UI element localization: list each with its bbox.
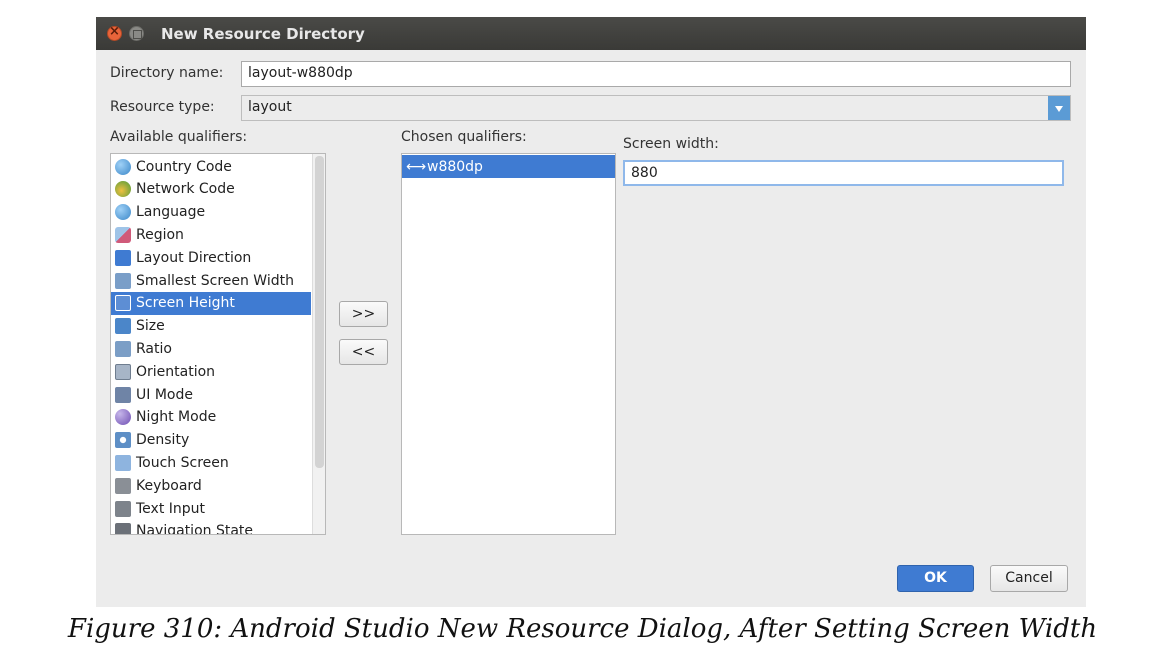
list-item-label: Screen Height [136,295,235,312]
list-item-label: Density [136,432,190,449]
width-arrow-icon: ⟷ [406,158,427,175]
list-item[interactable]: Night Mode [111,406,311,429]
list-item[interactable]: Touch Screen [111,451,311,474]
resource-type-value: layout [248,99,292,115]
list-item-label: Ratio [136,340,172,357]
list-item[interactable]: Smallest Screen Width [111,269,311,292]
minimize-icon[interactable] [129,26,144,41]
directory-name-field[interactable]: layout-w880dp [241,61,1071,87]
keyboard-icon [115,477,131,494]
ratio-icon [115,340,131,357]
cancel-button[interactable]: Cancel [990,565,1068,592]
scrollbar-thumb[interactable] [315,156,324,468]
available-qualifiers-label: Available qualifiers: [110,129,248,145]
list-item-label: Touch Screen [136,454,229,471]
chosen-qualifiers-list[interactable]: ⟷ w880dp [401,153,616,535]
height-icon [115,295,131,312]
text-input-icon [115,500,131,517]
list-item[interactable]: Network Code [111,178,311,201]
list-item[interactable]: Screen Height [111,291,311,315]
screen-width-label: Screen width: [623,136,719,152]
chevron-down-icon[interactable] [1048,96,1070,120]
touch-icon [115,454,131,471]
scrollbar[interactable] [312,154,325,534]
chosen-qualifiers-label: Chosen qualifiers: [401,129,527,145]
list-item-label: Smallest Screen Width [136,272,294,289]
list-item-label: Network Code [136,181,235,198]
ui-mode-icon [115,386,131,403]
list-item[interactable]: Navigation State [111,520,311,535]
list-item-label: Night Mode [136,409,217,426]
list-item-label: w880dp [427,158,483,175]
list-item[interactable]: Density [111,429,311,452]
list-item[interactable]: Text Input [111,497,311,520]
list-item-label: Keyboard [136,477,202,494]
orientation-icon [115,363,131,380]
title-bar: New Resource Directory [96,17,1086,50]
new-resource-directory-dialog: New Resource Directory Directory name: l… [96,17,1086,607]
direction-icon [115,249,131,266]
directory-name-label: Directory name: [110,65,224,81]
night-mode-icon [115,409,131,426]
screen-width-field[interactable]: 880 [623,160,1064,186]
figure-caption: Figure 310: Android Studio New Resource … [67,614,1098,644]
list-item-label: Text Input [136,500,206,517]
add-qualifier-button[interactable]: >> [339,301,388,327]
available-qualifiers-list[interactable]: Navigation State Text Input Keyboard Touch … [110,153,326,535]
size-icon [115,318,131,335]
list-item[interactable]: Country Code [111,155,311,178]
list-item[interactable]: UI Mode [111,383,311,406]
list-item[interactable]: ⟷ w880dp [402,155,615,178]
resource-type-select[interactable]: layout [241,95,1071,121]
ok-button[interactable]: OK [897,565,974,592]
list-item-label: Size [136,318,165,335]
resource-type-label: Resource type: [110,99,215,115]
network-icon [115,181,131,198]
list-item-label: Language [136,204,206,221]
navigation-icon [115,523,131,534]
remove-qualifier-button[interactable]: << [339,339,388,365]
globe-icon [115,158,131,175]
list-item-label: Navigation State [136,523,254,535]
window-title: New Resource Directory [161,25,365,43]
list-item[interactable]: Ratio [111,337,311,360]
close-icon[interactable] [107,24,122,41]
list-item-label: Orientation [136,363,216,380]
list-item[interactable]: Keyboard [111,474,311,497]
list-item[interactable]: Layout Direction [111,246,311,269]
list-item[interactable]: Size [111,315,311,338]
list-item-label: Country Code [136,158,232,175]
list-item-label: UI Mode [136,386,193,403]
density-icon [115,432,131,449]
list-item[interactable]: Region [111,223,311,246]
list-item-label: Layout Direction [136,249,252,266]
region-icon [115,226,131,243]
list-item[interactable]: Language [111,201,311,224]
globe-icon [115,204,131,221]
list-item-label: Region [136,226,184,243]
width-icon [115,272,131,289]
list-item[interactable]: Orientation [111,360,311,383]
